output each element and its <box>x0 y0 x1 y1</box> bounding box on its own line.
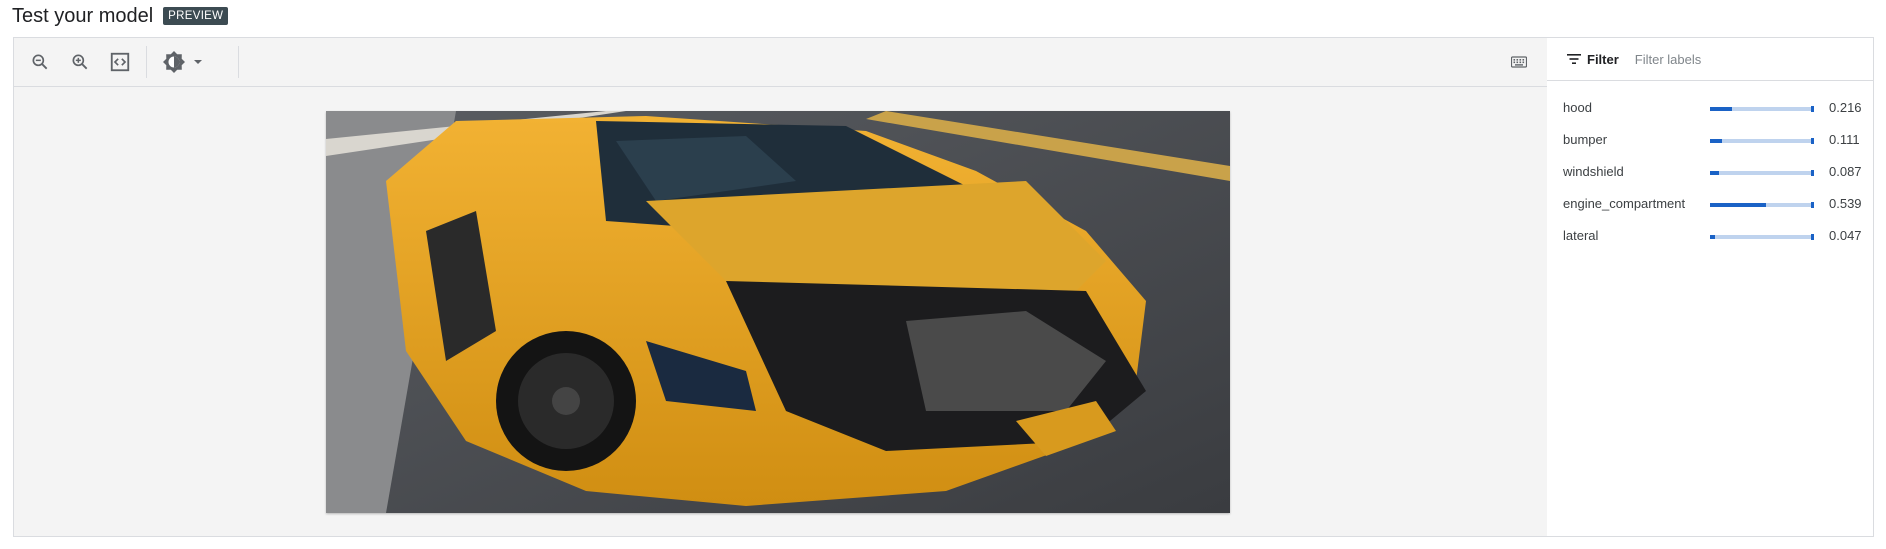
confidence-fill <box>1710 235 1715 239</box>
label-score: 0.111 <box>1829 132 1860 147</box>
zoom-in-icon <box>72 54 88 70</box>
test-image[interactable] <box>326 111 1230 513</box>
model-test-frame: Filter hood 0.216 bumper 0.111 windshiel… <box>13 37 1874 537</box>
label-list: hood 0.216 bumper 0.111 windshield 0.087… <box>1547 92 1873 252</box>
viewer-toolbar <box>14 38 1547 87</box>
label-row: lateral 0.047 <box>1547 220 1873 252</box>
label-score: 0.087 <box>1829 164 1862 179</box>
confidence-bar <box>1710 170 1814 176</box>
filter-labels-input[interactable] <box>1632 50 1827 68</box>
toolbar-divider <box>238 46 239 78</box>
confidence-bar-end <box>1811 138 1814 144</box>
label-score: 0.539 <box>1829 196 1862 211</box>
filter-label: Filter <box>1587 51 1619 67</box>
confidence-fill <box>1710 203 1767 207</box>
labels-panel: Filter hood 0.216 bumper 0.111 windshiel… <box>1547 38 1873 536</box>
label-name: windshield <box>1563 164 1624 179</box>
confidence-bar-end <box>1811 234 1814 240</box>
confidence-fill <box>1710 139 1722 143</box>
label-name: hood <box>1563 100 1592 115</box>
confidence-bar-end <box>1811 170 1814 176</box>
confidence-bar <box>1710 106 1814 112</box>
confidence-bar <box>1710 202 1814 208</box>
brightness-contrast-icon <box>163 51 185 73</box>
zoom-out-icon <box>32 54 48 70</box>
filter-icon <box>1567 54 1581 64</box>
confidence-fill <box>1710 171 1720 175</box>
page-title: Test your model <box>12 4 154 27</box>
confidence-bar <box>1710 138 1814 144</box>
label-row: engine_compartment 0.539 <box>1547 188 1873 220</box>
zoom-out-button[interactable] <box>26 48 54 76</box>
keyboard-shortcuts-button[interactable] <box>1505 48 1533 76</box>
fit-to-screen-icon <box>110 52 130 72</box>
confidence-bar <box>1710 234 1814 240</box>
label-row: hood 0.216 <box>1547 92 1873 124</box>
page-header: Test your model PREVIEW <box>12 4 229 28</box>
preview-badge: PREVIEW <box>163 7 229 25</box>
label-score: 0.216 <box>1829 100 1862 115</box>
toolbar-divider <box>146 46 147 78</box>
label-name: engine_compartment <box>1563 196 1686 211</box>
confidence-bar-end <box>1811 106 1814 112</box>
confidence-fill <box>1710 107 1733 111</box>
filter-button[interactable]: Filter <box>1567 52 1619 67</box>
car-photo <box>326 111 1230 513</box>
brightness-contrast-dropdown[interactable] <box>162 48 210 76</box>
label-name: bumper <box>1563 132 1608 147</box>
label-name: lateral <box>1563 228 1599 243</box>
zoom-in-button[interactable] <box>66 48 94 76</box>
confidence-bar-end <box>1811 202 1814 208</box>
keyboard-icon <box>1511 56 1527 68</box>
chevron-down-icon <box>194 60 202 64</box>
label-row: windshield 0.087 <box>1547 156 1873 188</box>
label-row: bumper 0.111 <box>1547 124 1873 156</box>
fit-to-screen-button[interactable] <box>106 48 134 76</box>
filter-row: Filter <box>1547 38 1873 81</box>
label-score: 0.047 <box>1829 228 1862 243</box>
image-viewer <box>14 38 1548 536</box>
